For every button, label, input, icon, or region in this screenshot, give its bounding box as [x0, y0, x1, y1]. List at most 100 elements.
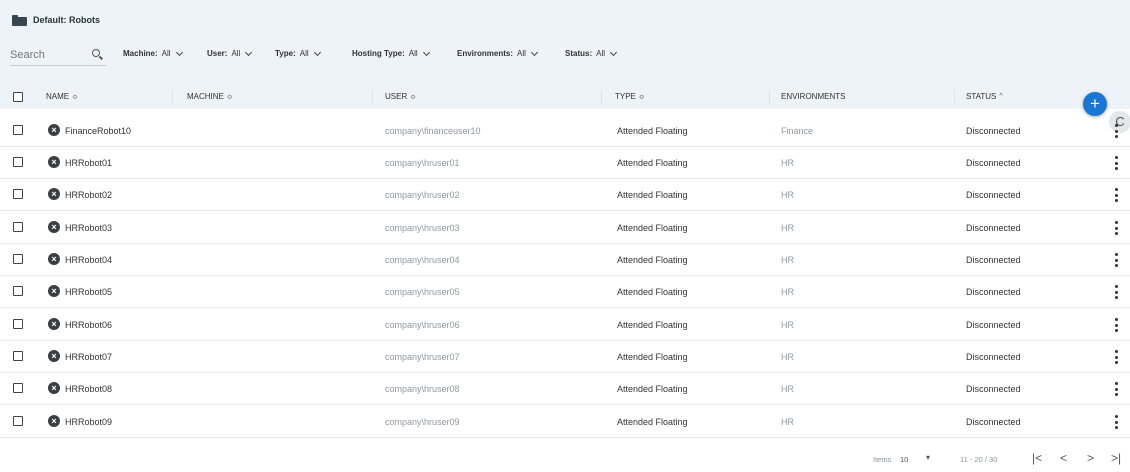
- select-all-checkbox[interactable]: [13, 92, 23, 102]
- add-robot-button[interactable]: +: [1083, 92, 1107, 116]
- disconnected-icon: ×: [48, 318, 60, 330]
- more-options-icon[interactable]: [1113, 284, 1119, 300]
- filter-user[interactable]: User: All: [207, 48, 253, 58]
- robot-environment: HR: [781, 320, 794, 330]
- chevron-down-icon: [175, 48, 183, 56]
- table-row[interactable]: × HRRobot04 company\hruser04 Attended Fl…: [0, 244, 1130, 276]
- robot-environment: HR: [781, 223, 794, 233]
- prev-page-button[interactable]: <: [1060, 451, 1067, 465]
- robot-environment: HR: [781, 384, 794, 394]
- robot-environment: HR: [781, 158, 794, 168]
- table-row[interactable]: × HRRobot02 company\hruser02 Attended Fl…: [0, 179, 1130, 211]
- column-header-type[interactable]: TYPE ≎: [615, 92, 645, 101]
- row-checkbox[interactable]: [13, 125, 23, 135]
- more-options-icon[interactable]: [1113, 123, 1119, 139]
- robot-name[interactable]: HRRobot05: [65, 287, 112, 297]
- robot-name[interactable]: HRRobot03: [65, 223, 112, 233]
- more-options-icon[interactable]: [1113, 317, 1119, 333]
- row-checkbox[interactable]: [13, 319, 23, 329]
- filter-label: Machine:: [123, 49, 158, 58]
- table-row[interactable]: × HRRobot08 company\hruser08 Attended Fl…: [0, 373, 1130, 405]
- table-header: NAME ≎ MACHINE ≎ USER ≎ TYPE ≎ ENVIRONMENTS …: [0, 84, 1130, 109]
- robot-name[interactable]: HRRobot06: [65, 320, 112, 330]
- more-options-icon[interactable]: [1113, 252, 1119, 268]
- filter-environments[interactable]: Environments: All: [457, 48, 538, 58]
- robot-environment: HR: [781, 417, 794, 427]
- column-divider[interactable]: [172, 90, 173, 104]
- table-row[interactable]: × FinanceRobot10 company\financeuser10 A…: [0, 115, 1130, 147]
- robot-type: Attended Floating: [617, 287, 688, 297]
- row-checkbox[interactable]: [13, 416, 23, 426]
- disconnected-icon: ×: [48, 415, 60, 427]
- column-header-status[interactable]: STATUS ^: [966, 92, 1003, 101]
- robot-user: company\hruser08: [385, 384, 460, 394]
- robot-status: Disconnected: [966, 320, 1021, 330]
- column-header-name[interactable]: NAME ≎: [46, 92, 78, 101]
- column-divider[interactable]: [601, 90, 602, 104]
- first-page-button[interactable]: |<: [1032, 451, 1042, 465]
- filter-value: All: [161, 49, 171, 58]
- robot-type: Attended Floating: [617, 223, 688, 233]
- row-checkbox[interactable]: [13, 286, 23, 296]
- more-options-icon[interactable]: [1113, 381, 1119, 397]
- column-header-user[interactable]: USER ≎: [385, 92, 416, 101]
- more-options-icon[interactable]: [1113, 187, 1119, 203]
- column-header-environments[interactable]: ENVIRONMENTS: [781, 92, 845, 101]
- disconnected-icon: ×: [48, 382, 60, 394]
- page-size-select[interactable]: 10: [900, 455, 908, 464]
- filter-status[interactable]: Status: All: [565, 48, 618, 58]
- robot-name[interactable]: HRRobot09: [65, 417, 112, 427]
- filter-hosting-type[interactable]: Hosting Type: All: [352, 48, 430, 58]
- chevron-down-icon[interactable]: ▾: [926, 453, 930, 462]
- column-header-label: USER: [385, 92, 408, 101]
- column-header-machine[interactable]: MACHINE ≎: [187, 92, 233, 101]
- filter-type[interactable]: Type: All: [275, 48, 321, 58]
- robot-user: company\hruser04: [385, 255, 460, 265]
- next-page-button[interactable]: >: [1087, 451, 1094, 465]
- disconnected-icon: ×: [48, 285, 60, 297]
- robot-name[interactable]: HRRobot04: [65, 255, 112, 265]
- row-checkbox[interactable]: [13, 351, 23, 361]
- row-checkbox[interactable]: [13, 157, 23, 167]
- row-checkbox[interactable]: [13, 222, 23, 232]
- search-box[interactable]: [10, 44, 106, 66]
- filter-value: All: [517, 49, 526, 58]
- filter-label: User:: [207, 49, 228, 58]
- robot-name[interactable]: HRRobot07: [65, 352, 112, 362]
- column-divider[interactable]: [769, 90, 770, 104]
- table-row[interactable]: × HRRobot07 company\hruser07 Attended Fl…: [0, 341, 1130, 373]
- sort-icon: ≎: [72, 93, 78, 101]
- row-checkbox[interactable]: [13, 254, 23, 264]
- filter-value: All: [299, 49, 309, 58]
- pagination-bar: Items 10 ▾ 11 - 20 / 30 |< < > >|: [0, 441, 1130, 472]
- table-row[interactable]: × HRRobot03 company\hruser03 Attended Fl…: [0, 212, 1130, 244]
- table-row[interactable]: × HRRobot09 company\hruser09 Attended Fl…: [0, 406, 1130, 438]
- table-row[interactable]: × HRRobot05 company\hruser05 Attended Fl…: [0, 276, 1130, 308]
- column-divider[interactable]: [372, 90, 373, 104]
- column-divider[interactable]: [954, 90, 955, 104]
- row-checkbox[interactable]: [13, 189, 23, 199]
- column-header-label: NAME: [46, 92, 70, 101]
- search-icon[interactable]: [92, 48, 104, 61]
- robot-type: Attended Floating: [617, 126, 688, 136]
- robot-name[interactable]: HRRobot01: [65, 158, 112, 168]
- more-options-icon[interactable]: [1113, 220, 1119, 236]
- table-row[interactable]: × HRRobot01 company\hruser01 Attended Fl…: [0, 147, 1130, 179]
- more-options-icon[interactable]: [1113, 414, 1119, 430]
- more-options-icon[interactable]: [1113, 349, 1119, 365]
- robot-name[interactable]: FinanceRobot10: [65, 126, 131, 136]
- filter-machine[interactable]: Machine: All: [123, 48, 183, 58]
- search-input[interactable]: [10, 48, 80, 61]
- table-row[interactable]: × HRRobot06 company\hruser06 Attended Fl…: [0, 309, 1130, 341]
- robot-type: Attended Floating: [617, 352, 688, 362]
- last-page-button[interactable]: >|: [1111, 451, 1121, 465]
- robot-name[interactable]: HRRobot08: [65, 384, 112, 394]
- more-options-icon[interactable]: [1113, 155, 1119, 171]
- robot-type: Attended Floating: [617, 320, 688, 330]
- robot-status: Disconnected: [966, 352, 1021, 362]
- robot-name[interactable]: HRRobot02: [65, 190, 112, 200]
- chevron-down-icon: [609, 48, 618, 56]
- filter-label: Status:: [565, 49, 593, 58]
- row-checkbox[interactable]: [13, 383, 23, 393]
- robot-status: Disconnected: [966, 190, 1021, 200]
